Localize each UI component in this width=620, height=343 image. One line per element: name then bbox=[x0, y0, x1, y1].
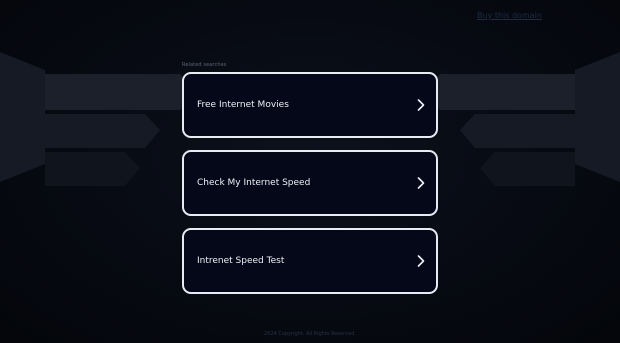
footer-copyright: 2024 Copyright. All Rights Reserved. bbox=[264, 331, 356, 337]
related-search-label: Free Internet Movies bbox=[197, 100, 289, 110]
related-searches-list: Free Internet Movies Check My Internet S… bbox=[182, 72, 438, 306]
related-search-free-internet-movies[interactable]: Free Internet Movies bbox=[182, 72, 438, 138]
related-search-intrenet-speed-test[interactable]: Intrenet Speed Test bbox=[182, 228, 438, 294]
buy-domain-link[interactable]: Buy this domain bbox=[477, 11, 542, 20]
chevron-right-icon bbox=[416, 98, 426, 112]
related-search-label: Check My Internet Speed bbox=[197, 178, 311, 188]
right-wing-decoration bbox=[425, 52, 620, 186]
related-search-label: Intrenet Speed Test bbox=[197, 256, 285, 266]
left-wing-decoration bbox=[0, 52, 195, 186]
related-searches-label: Related searches bbox=[182, 62, 227, 68]
chevron-right-icon bbox=[416, 176, 426, 190]
chevron-right-icon bbox=[416, 254, 426, 268]
related-search-check-my-internet-speed[interactable]: Check My Internet Speed bbox=[182, 150, 438, 216]
parked-domain-page: Buy this domain Related searches Free In… bbox=[0, 0, 620, 343]
